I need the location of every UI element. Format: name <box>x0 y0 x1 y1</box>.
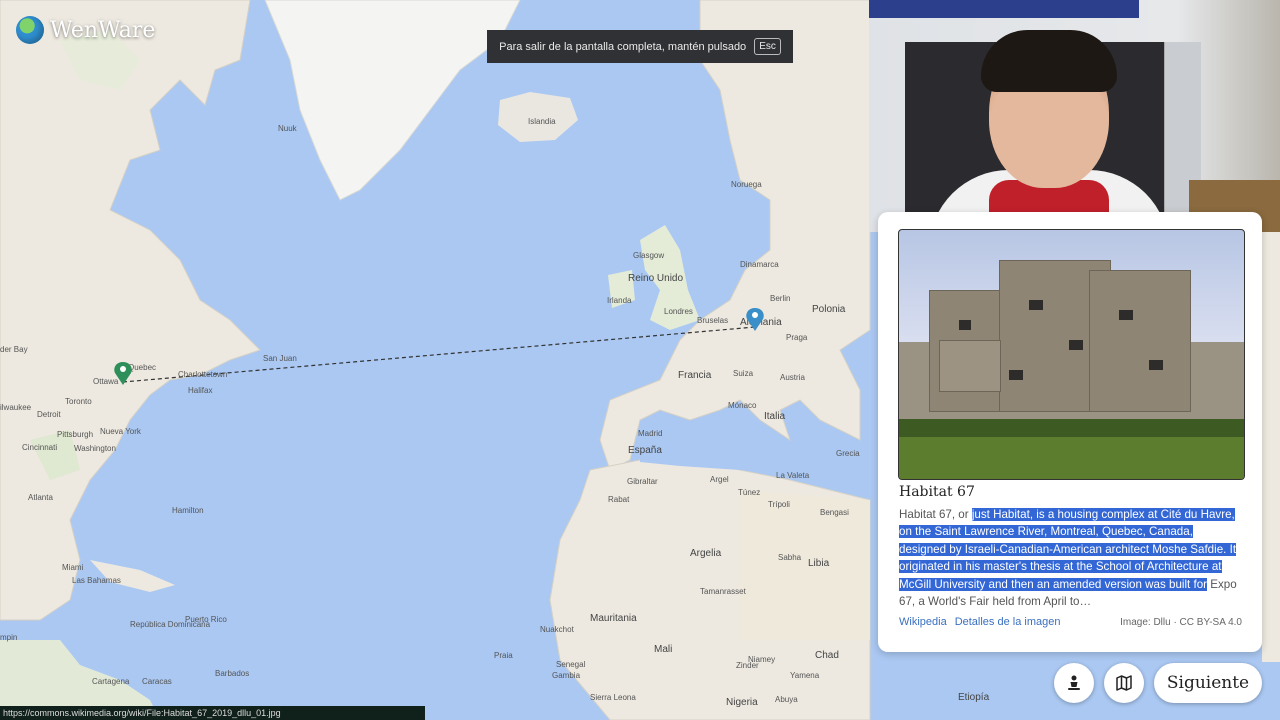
fullscreen-notice-text: Para salir de la pantalla completa, mant… <box>499 40 747 53</box>
location-title: Habitat 67 <box>899 484 975 500</box>
map-label: Reino Unido <box>628 273 683 284</box>
map-label: Charlottetown <box>178 370 227 379</box>
map-label: Tamanrasset <box>700 587 747 596</box>
map-label: Islandia <box>528 117 556 126</box>
map-label: La Valeta <box>776 471 810 480</box>
map-label: Nuuk <box>278 124 298 133</box>
map-label: Libia <box>808 558 830 569</box>
map-label: Trípoli <box>768 500 790 509</box>
map-label: Halifax <box>188 386 212 395</box>
map-label: Irlanda <box>607 296 632 305</box>
map-label: Túnez <box>738 488 760 497</box>
description-text: Habitat 67, or <box>899 508 972 521</box>
map-label: Argel <box>710 475 729 484</box>
map-label: Barbados <box>215 669 249 678</box>
map-label: mpin <box>0 633 17 642</box>
map-label: Sierra Leona <box>590 693 636 702</box>
image-credit: Image: Dllu · CC BY-SA 4.0 <box>1120 617 1242 628</box>
app-name: WenWare <box>50 17 156 43</box>
map-label: Bengasi <box>820 508 849 517</box>
map-label: Sabha <box>778 553 802 562</box>
map-label: Nueva York <box>100 427 142 436</box>
map-label: Madrid <box>638 429 662 438</box>
esc-key-hint: Esc <box>754 38 781 55</box>
webcam-overlay <box>869 0 1280 232</box>
map-label: Toronto <box>65 397 92 406</box>
map-label: Yamena <box>790 671 820 680</box>
map-label: Senegal <box>556 660 586 669</box>
map-label: Mauritania <box>590 613 637 624</box>
location-description: Habitat 67, or just Habitat, is a housin… <box>899 506 1239 610</box>
map-label: Pittsburgh <box>57 430 93 439</box>
map-label: Cincinnati <box>22 443 57 452</box>
image-details-link[interactable]: Detalles de la imagen <box>955 616 1061 628</box>
next-button[interactable]: Siguiente <box>1154 663 1262 703</box>
map-icon <box>1116 675 1132 691</box>
map-label: der Bay <box>0 345 28 354</box>
map-label: Berlin <box>770 294 790 303</box>
streetview-button[interactable] <box>1054 663 1094 703</box>
map-label: Bruselas <box>697 316 728 325</box>
map-label: Chad <box>815 650 839 661</box>
map-label: Ottawa <box>93 377 119 386</box>
map-label: Cartagena <box>92 677 130 686</box>
fullscreen-notice: Para salir de la pantalla completa, mant… <box>487 30 793 63</box>
map-label: Rabat <box>608 495 630 504</box>
map-toggle-button[interactable] <box>1104 663 1144 703</box>
map-label: España <box>628 445 662 456</box>
map-label: Abuya <box>775 695 798 704</box>
map-label: Nigeria <box>726 697 758 708</box>
map-label: Dinamarca <box>740 260 779 269</box>
map-label: Praia <box>494 651 513 660</box>
map-label: Washington <box>74 444 116 453</box>
map-label: ilwaukee <box>0 403 32 412</box>
app-logo: WenWare <box>16 16 155 44</box>
map-label: Etiopía <box>958 692 990 703</box>
map-label: Gambia <box>552 671 581 680</box>
map-label: Austria <box>780 373 805 382</box>
person-icon <box>1068 675 1080 690</box>
map-label: Atlanta <box>28 493 53 502</box>
map-label: Italia <box>764 411 786 422</box>
map-label: Argelia <box>690 548 722 559</box>
map-label: Suiza <box>733 369 754 378</box>
map-label: Praga <box>786 333 808 342</box>
map-label: Grecia <box>836 449 860 458</box>
globe-icon <box>16 16 44 44</box>
map-label: Nuakchot <box>540 625 575 634</box>
map-label: Zinder <box>736 661 759 670</box>
map-label: Polonia <box>812 304 846 315</box>
map-label: Caracas <box>142 677 172 686</box>
map-label: Londres <box>664 307 693 316</box>
map-label: Puerto Rico <box>185 615 227 624</box>
map-label: Noruega <box>731 180 762 189</box>
map-label: Hamilton <box>172 506 204 515</box>
map-label: Las Bahamas <box>72 576 121 585</box>
location-photo[interactable] <box>898 229 1245 480</box>
map-label: Mali <box>654 644 672 655</box>
browser-status-url: https://commons.wikimedia.org/wiki/File:… <box>0 706 425 720</box>
map-label: Miami <box>62 563 84 572</box>
map-label: Gibraltar <box>627 477 658 486</box>
map-label: Quebec <box>128 363 156 372</box>
map-label: Mónaco <box>728 401 757 410</box>
location-info-card: Habitat 67 Habitat 67, or just Habitat, … <box>878 212 1262 652</box>
wikipedia-link[interactable]: Wikipedia <box>899 616 947 628</box>
map-label: Detroit <box>37 410 61 419</box>
map-label: San Juan <box>263 354 297 363</box>
map-label: Glasgow <box>633 251 664 260</box>
map-label: Francia <box>678 370 712 381</box>
